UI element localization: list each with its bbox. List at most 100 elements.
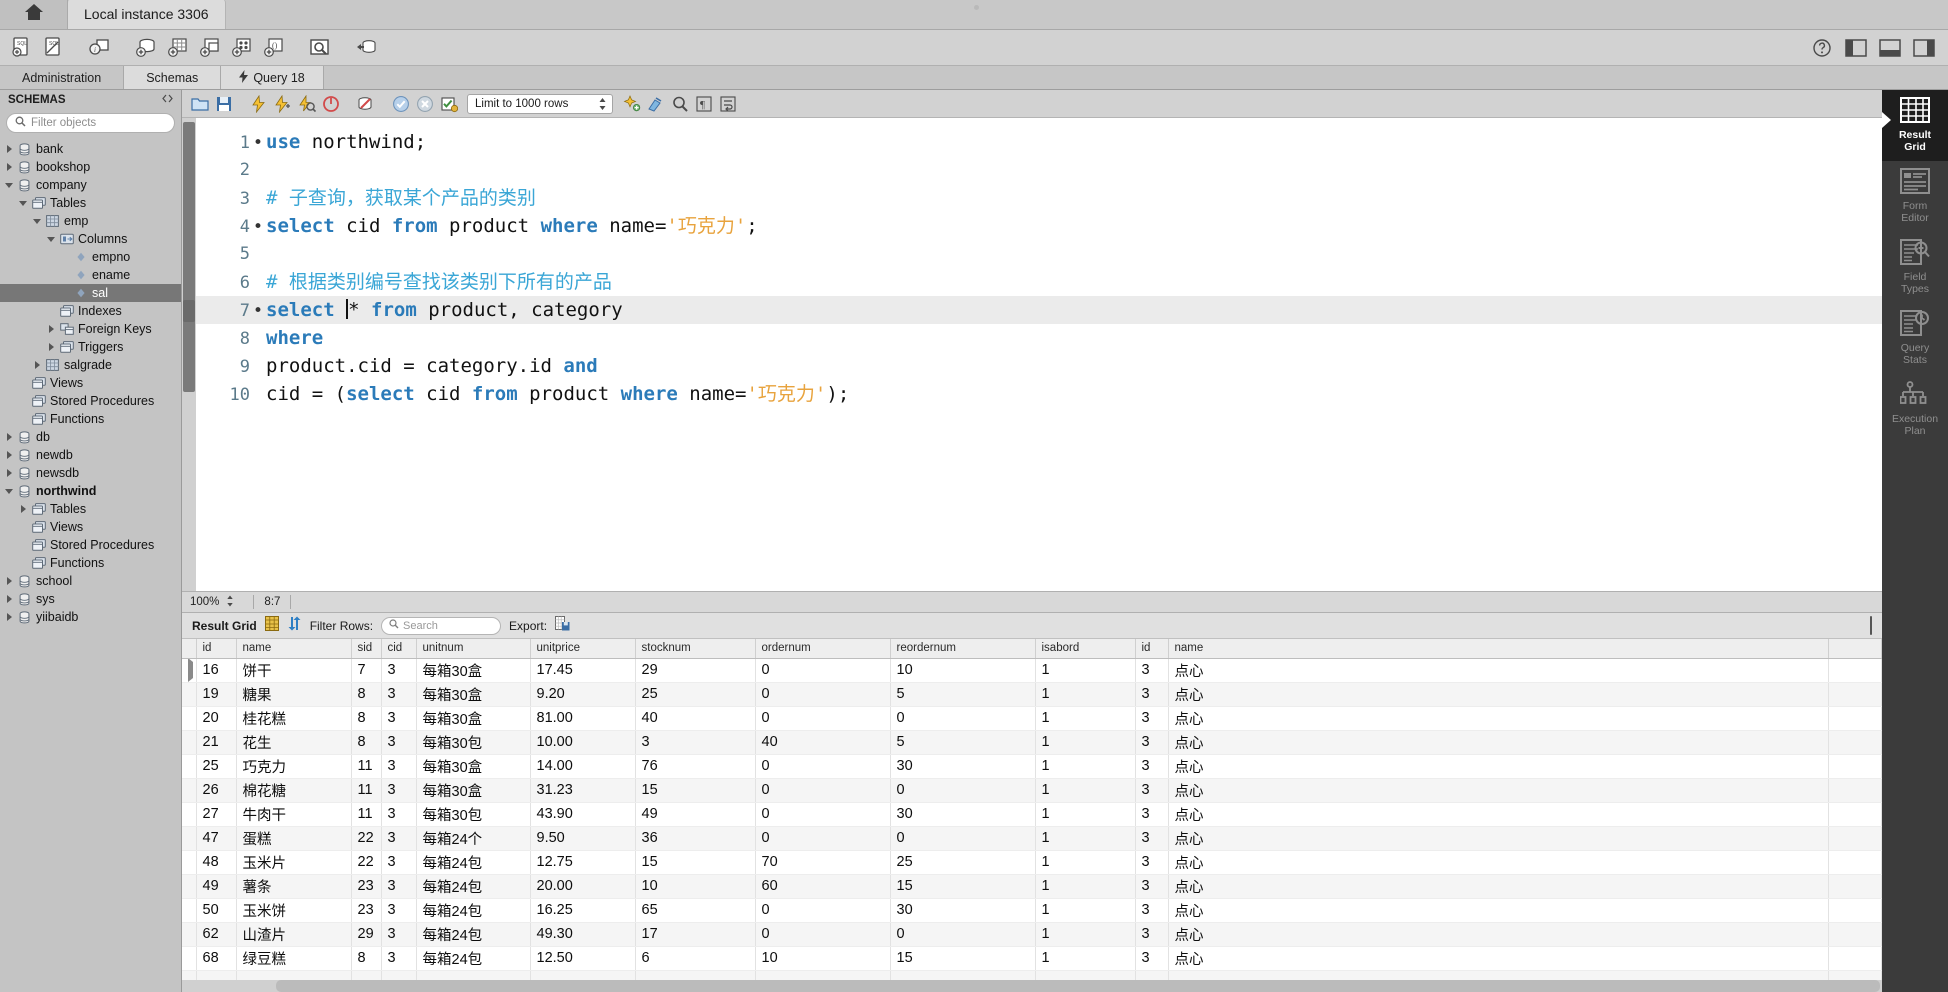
table-cell[interactable]: 点心 xyxy=(1168,658,1829,683)
table-cell[interactable]: 25 xyxy=(890,850,1036,875)
table-cell[interactable]: 0 xyxy=(755,898,891,923)
table-cell[interactable]: 0 xyxy=(755,658,891,683)
reconnect-server-icon[interactable] xyxy=(350,33,382,63)
table-cell[interactable]: 点心 xyxy=(1168,778,1829,803)
zoom-control[interactable]: 100% xyxy=(190,594,243,611)
tree-node-bookshop[interactable]: bookshop xyxy=(0,158,181,176)
table-cell[interactable]: 12.50 xyxy=(530,946,636,971)
table-cell[interactable]: 76 xyxy=(635,754,756,779)
table-cell[interactable]: 3 xyxy=(381,826,417,851)
tab-schemas[interactable]: Schemas xyxy=(124,66,222,89)
new-schema-icon[interactable] xyxy=(130,33,162,63)
table-cell[interactable]: 10 xyxy=(635,874,756,899)
table-cell[interactable]: 点心 xyxy=(1168,850,1829,875)
table-cell[interactable]: 3 xyxy=(1135,826,1169,851)
result-grid-table[interactable]: id name sid cid unitnum unitprice stocknum orde… xyxy=(182,639,1882,980)
side-tab-field-types[interactable]: Field Types xyxy=(1882,232,1948,303)
find-icon[interactable] xyxy=(668,92,691,116)
table-cell[interactable]: 3 xyxy=(381,682,417,707)
table-cell[interactable]: 3 xyxy=(381,922,417,947)
code-line[interactable]: 1 • use northwind; xyxy=(196,128,1882,156)
table-cell[interactable]: 每箱30盒 xyxy=(416,682,531,707)
toggle-output-icon[interactable] xyxy=(1874,33,1906,63)
table-row[interactable]: 25 巧克力 11 3 每箱30盒 14.00 76 0 30 1 3 点心 xyxy=(182,754,1882,779)
table-cell[interactable]: 17.45 xyxy=(530,658,636,683)
table-cell[interactable]: 20 xyxy=(196,706,237,731)
commit-icon[interactable] xyxy=(389,92,412,116)
table-cell[interactable]: 饼干 xyxy=(236,658,352,683)
open-sql-script-icon[interactable]: SQL xyxy=(38,33,70,63)
table-cell[interactable]: 每箱30盒 xyxy=(416,658,531,683)
table-cell[interactable]: 3 xyxy=(1135,946,1169,971)
column-header-stocknum[interactable]: stocknum xyxy=(635,639,756,659)
table-cell[interactable]: 16 xyxy=(196,658,237,683)
code-line[interactable]: 4 • select cid from product where name='巧克… xyxy=(196,212,1882,240)
table-cell[interactable]: 30 xyxy=(890,898,1036,923)
execute-current-statement-icon[interactable] xyxy=(271,92,294,116)
tab-query-18[interactable]: Query 18 xyxy=(221,66,324,89)
tree-node-triggers[interactable]: Triggers xyxy=(0,338,181,356)
table-cell[interactable]: 47 xyxy=(196,826,237,851)
home-tab[interactable] xyxy=(0,0,68,29)
tree-node-ename[interactable]: ename xyxy=(0,266,181,284)
table-cell[interactable]: 山渣片 xyxy=(236,922,352,947)
table-cell[interactable]: 40 xyxy=(755,730,891,755)
table-row[interactable]: 47 蛋糕 22 3 每箱24个 9.50 36 0 0 1 3 点心 xyxy=(182,826,1882,851)
table-cell[interactable]: 每箱24包 xyxy=(416,850,531,875)
table-cell[interactable]: 1 xyxy=(1035,826,1136,851)
table-cell[interactable]: 0 xyxy=(755,682,891,707)
tree-node-foreign-keys[interactable]: Foreign Keys xyxy=(0,320,181,338)
table-cell[interactable]: 5 xyxy=(890,682,1036,707)
table-cell[interactable]: 25 xyxy=(635,682,756,707)
table-cell[interactable]: 0 xyxy=(755,826,891,851)
table-cell[interactable]: 3 xyxy=(381,946,417,971)
table-cell[interactable]: 3 xyxy=(1135,874,1169,899)
tree-node-functions[interactable]: Functions xyxy=(0,554,181,572)
table-cell[interactable]: 3 xyxy=(635,730,756,755)
table-cell[interactable]: 70 xyxy=(755,850,891,875)
table-cell[interactable]: 薯条 xyxy=(236,874,352,899)
table-cell[interactable]: 绿豆糕 xyxy=(236,946,352,971)
table-cell[interactable]: 点心 xyxy=(1168,874,1829,899)
tree-node-views[interactable]: Views xyxy=(0,518,181,536)
code-line[interactable]: 10 cid = (select cid from product where n… xyxy=(196,380,1882,408)
table-row[interactable]: 62 山渣片 29 3 每箱24包 49.30 17 0 0 1 3 点心 xyxy=(182,922,1882,947)
table-row[interactable]: 21 花生 8 3 每箱30包 10.00 3 40 5 1 3 点心 xyxy=(182,730,1882,755)
chevron-right-icon[interactable] xyxy=(2,595,16,603)
table-cell[interactable]: 62 xyxy=(196,922,237,947)
table-cell[interactable]: 每箱30盒 xyxy=(416,706,531,731)
table-cell[interactable]: 3 xyxy=(1135,778,1169,803)
chevron-right-icon[interactable] xyxy=(2,469,16,477)
table-cell[interactable]: 点心 xyxy=(1168,826,1829,851)
table-cell[interactable]: 15 xyxy=(890,874,1036,899)
column-header-isabord[interactable]: isabord xyxy=(1035,639,1136,659)
table-cell[interactable]: 1 xyxy=(1035,706,1136,731)
table-cell[interactable]: 3 xyxy=(1135,850,1169,875)
filter-objects-input[interactable] xyxy=(31,117,166,129)
table-cell[interactable]: 玉米片 xyxy=(236,850,352,875)
bottom-scroll-thumb[interactable] xyxy=(276,980,1880,992)
table-cell[interactable]: 8 xyxy=(351,706,382,731)
editor-vertical-scrollbar[interactable] xyxy=(182,118,196,591)
tree-node-columns[interactable]: Columns xyxy=(0,230,181,248)
table-cell[interactable]: 0 xyxy=(755,802,891,827)
chevron-down-icon[interactable] xyxy=(30,218,44,224)
chevron-down-icon[interactable] xyxy=(2,488,16,494)
table-cell[interactable]: 棉花糖 xyxy=(236,778,352,803)
table-cell[interactable]: 点心 xyxy=(1168,730,1829,755)
table-cell[interactable]: 0 xyxy=(890,826,1036,851)
tree-node-sys[interactable]: sys xyxy=(0,590,181,608)
code-line[interactable]: 7 • select * from product, category xyxy=(196,296,1882,324)
table-cell[interactable]: 花生 xyxy=(236,730,352,755)
table-cell[interactable]: 每箱24个 xyxy=(416,826,531,851)
table-cell[interactable]: 3 xyxy=(1135,898,1169,923)
table-cell[interactable]: 3 xyxy=(1135,922,1169,947)
table-cell[interactable]: 每箱24包 xyxy=(416,922,531,947)
table-cell[interactable]: 27 xyxy=(196,802,237,827)
table-cell[interactable]: 点心 xyxy=(1168,754,1829,779)
column-header-name[interactable]: name xyxy=(236,639,352,659)
code-line[interactable]: 3 # 子查询，获取某个产品的类别 xyxy=(196,184,1882,212)
invisible-chars-icon[interactable]: ¶ xyxy=(692,92,715,116)
chevron-down-icon[interactable] xyxy=(2,182,16,188)
beautify-sql-icon[interactable] xyxy=(620,92,643,116)
